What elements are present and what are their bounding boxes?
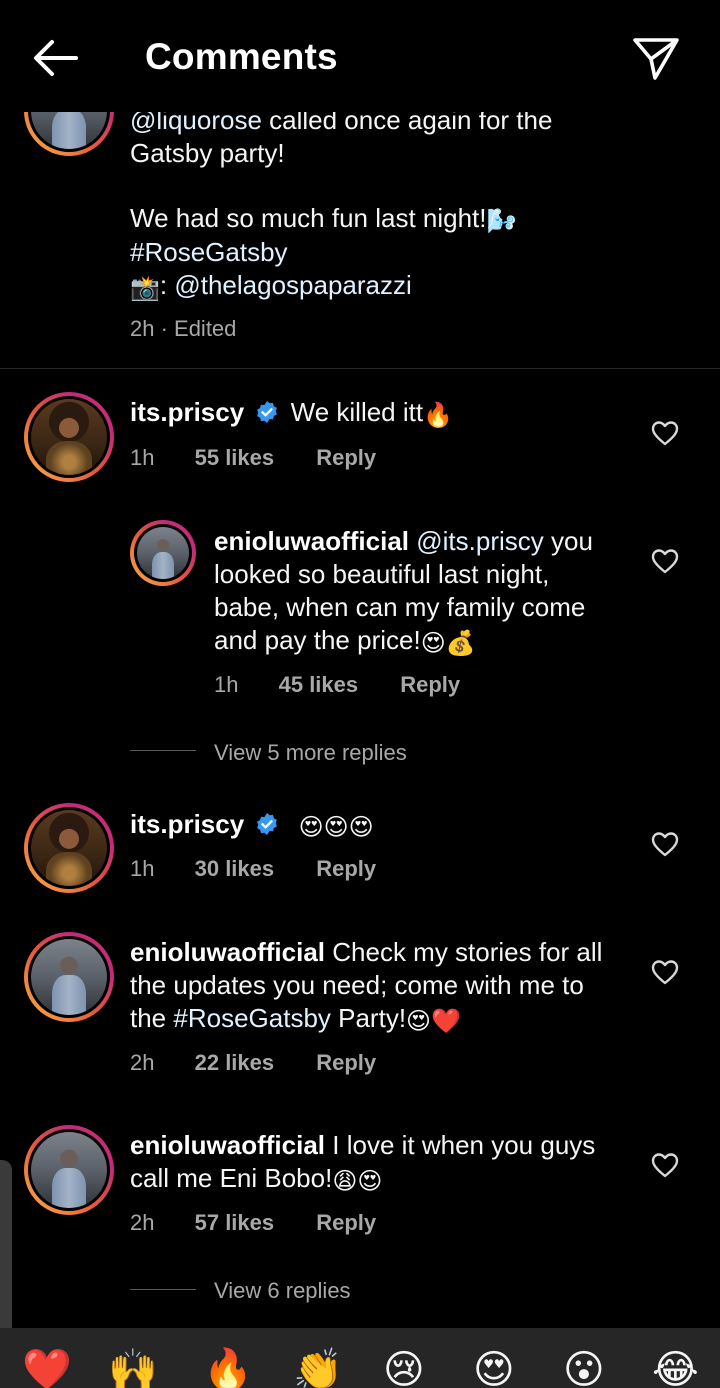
verified-badge-icon [257, 401, 278, 423]
mention-link[interactable]: @its.priscy [416, 526, 544, 556]
dash-emoji: 🌬️ [486, 208, 517, 235]
view-replies-line [130, 1289, 196, 1290]
commenter-avatar[interactable] [24, 932, 114, 1022]
username-link[interactable]: its.priscy [130, 809, 244, 839]
username-link[interactable]: enioluwaofficial [214, 526, 409, 556]
username-link[interactable]: enioluwaofficial [130, 1130, 325, 1160]
view-replies-line [130, 750, 196, 751]
comment-meta: 2h 57 likes Reply [130, 1210, 376, 1236]
caption-divider [0, 368, 720, 369]
caption-text: : [159, 270, 175, 300]
caption-line-3: We had so much fun last night!🌬️ [130, 202, 516, 235]
likes-count[interactable]: 30 likes [195, 856, 275, 881]
comment-body-line-2: looked so beautiful last night, [214, 559, 550, 589]
comment-body-line-4: and pay the price!😍💰 [214, 624, 476, 657]
likes-count[interactable]: 22 likes [195, 1050, 275, 1075]
comment-time: 2h [130, 1210, 155, 1235]
back-arrow-icon[interactable] [30, 36, 82, 80]
reply-button[interactable]: Reply [316, 1050, 376, 1075]
caption-text: We had so much fun last night! [130, 203, 487, 233]
view-more-replies-button[interactable]: View 5 more replies [214, 740, 407, 766]
commenter-avatar[interactable] [24, 803, 114, 893]
comment-meta: 1h 55 likes Reply [130, 445, 376, 471]
comment-body-line-2: the updates you need; come with me to [130, 970, 584, 1000]
comment-text: I love it when you guys [325, 1130, 596, 1160]
comment-body-line-1: enioluwaofficial I love it when you guys [130, 1129, 595, 1162]
commenter-avatar[interactable] [24, 1125, 114, 1215]
commenter-avatar[interactable] [24, 392, 114, 482]
fire-emoji-button[interactable]: 🔥 [203, 1350, 253, 1388]
comment-meta: 1h 30 likes Reply [130, 856, 376, 882]
weary-heart-eyes-emoji: 😩😍 [332, 1168, 383, 1195]
likes-count[interactable]: 57 likes [195, 1210, 275, 1235]
page-title: Comments [145, 36, 338, 77]
likes-count[interactable]: 45 likes [279, 672, 359, 697]
comment-text: Party! [330, 1003, 407, 1033]
caption-meta: 2h · Edited [130, 316, 237, 341]
username-link[interactable]: enioluwaofficial [130, 937, 325, 967]
raising-hands-emoji-button[interactable]: 🙌 [108, 1350, 158, 1388]
comment-body: its.priscy We killed itt🔥 [130, 396, 453, 429]
commenter-avatar[interactable] [130, 520, 196, 586]
avatar-photo [137, 527, 189, 579]
hashtag-link[interactable]: #RoseGatsby [173, 1003, 331, 1033]
comment-body-line-3: the #RoseGatsby Party!😍❤️ [130, 1002, 461, 1035]
like-heart-icon[interactable] [651, 959, 679, 985]
comment-body-line-2: call me Eni Bobo!😩😍 [130, 1162, 382, 1195]
avatar-photo [31, 939, 107, 1015]
comment-text: you [543, 526, 593, 556]
open-mouth-emoji-button[interactable]: 😮 [563, 1350, 605, 1388]
caption-line-2: Gatsby party! [130, 138, 285, 168]
verified-badge-icon [257, 813, 278, 835]
comment-text: We killed itt [290, 397, 424, 427]
emoji-quick-bar: ❤️ 🙌 🔥 👏 😢 😍 😮 😂 [0, 1328, 720, 1388]
reply-button[interactable]: Reply [400, 672, 460, 697]
comment-meta: 2h 22 likes Reply [130, 1050, 376, 1076]
fire-emoji: 🔥 [423, 402, 453, 429]
comment-text: the [130, 1003, 174, 1033]
comment-body-line-1: enioluwaofficial @its.priscy you [214, 525, 593, 558]
red-heart-emoji-button[interactable]: ❤️ [22, 1350, 72, 1388]
comment-time: 1h [130, 445, 155, 470]
comment-text: call me Eni Bobo! [130, 1163, 333, 1193]
avatar-photo [31, 1132, 107, 1208]
caption-credit: 📸: @thelagospaparazzi [130, 269, 412, 302]
heart-eyes-emoji: 😍😍😍 [298, 814, 374, 841]
comment-body: its.priscy 😍😍😍 [130, 808, 374, 841]
reply-button[interactable]: Reply [316, 856, 376, 881]
comment-time: 1h [130, 856, 155, 881]
comment-time: 1h [214, 672, 239, 697]
view-replies-button[interactable]: View 6 replies [214, 1278, 351, 1304]
avatar-photo [31, 399, 107, 475]
username-link[interactable]: its.priscy [130, 397, 244, 427]
like-heart-icon[interactable] [651, 831, 679, 857]
hashtag-link[interactable]: #RoseGatsby [130, 236, 288, 269]
mention-link[interactable]: @thelagospaparazzi [174, 270, 411, 300]
reply-button[interactable]: Reply [316, 1210, 376, 1235]
heart-eyes-emoji-button[interactable]: 😍 [473, 1350, 515, 1388]
comment-text: and pay the price! [214, 625, 421, 655]
comment-body-line-1: enioluwaofficial Check my stories for al… [130, 936, 602, 969]
comment-body-line-3: babe, when can my family come [214, 592, 586, 622]
comment-meta: 1h 45 likes Reply [214, 672, 460, 698]
tears-of-joy-emoji-button[interactable]: 😂 [652, 1350, 699, 1388]
camera-flash-emoji: 📸 [130, 275, 160, 302]
like-heart-icon[interactable] [651, 548, 679, 574]
like-heart-icon[interactable] [651, 1152, 679, 1178]
like-heart-icon[interactable] [651, 420, 679, 446]
clapping-hands-emoji-button[interactable]: 👏 [293, 1350, 343, 1388]
comment-time: 2h [130, 1050, 155, 1075]
avatar-photo [31, 810, 107, 886]
send-icon[interactable] [630, 34, 682, 84]
likes-count[interactable]: 55 likes [195, 445, 275, 470]
heart-eyes-red-heart-emoji: 😍❤️ [406, 1008, 461, 1035]
top-bar: Comments [0, 0, 720, 112]
crying-face-emoji-button[interactable]: 😢 [383, 1350, 425, 1388]
reply-button[interactable]: Reply [316, 445, 376, 470]
heart-eyes-money-bag-emoji: 😍💰 [420, 630, 476, 657]
comment-text: Check my stories for all [325, 937, 603, 967]
